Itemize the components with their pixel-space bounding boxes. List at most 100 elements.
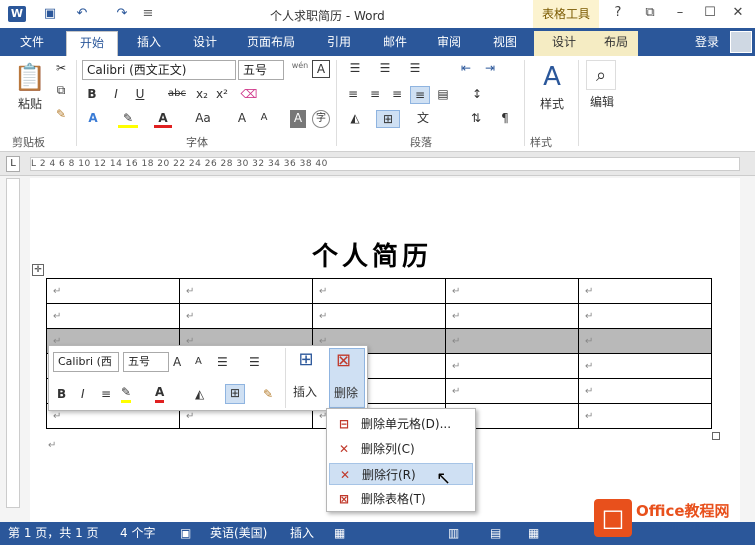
tab-references[interactable]: 引用 xyxy=(314,31,364,56)
paste-button[interactable]: 粘贴 xyxy=(10,96,50,114)
macro-icon[interactable]: ▦ xyxy=(334,525,345,541)
save-icon[interactable]: ▣ xyxy=(40,6,60,22)
distributed-icon[interactable]: ▤ xyxy=(434,86,452,104)
table-row[interactable]: ↵↵↵↵↵ xyxy=(46,278,712,304)
change-case-icon[interactable]: Aa xyxy=(190,110,216,128)
mini-shrink-font-icon[interactable]: A xyxy=(195,354,202,370)
shading-icon[interactable]: ◭ xyxy=(344,110,366,128)
mini-borders-icon[interactable]: ⊞ xyxy=(225,384,245,404)
table-cell[interactable]: ↵ xyxy=(445,378,579,404)
styles-button[interactable]: 样式 xyxy=(532,96,572,114)
char-shading-icon[interactable]: A xyxy=(290,110,306,128)
ruler-scale[interactable]: L 2 4 6 8 10 12 14 16 18 20 22 24 26 28 … xyxy=(30,157,740,171)
paste-icon[interactable]: 📋 xyxy=(12,60,48,96)
tab-page-layout[interactable]: 页面布局 xyxy=(236,31,306,56)
delete-table-item[interactable]: ⊠ 删除表格(T) xyxy=(329,488,473,510)
italic-icon[interactable]: I xyxy=(108,86,124,104)
mini-insert-button[interactable]: 插入 xyxy=(293,384,317,400)
table-move-handle-icon[interactable]: ✛ xyxy=(32,264,44,276)
help-button[interactable]: ? xyxy=(606,5,630,20)
table-cell[interactable]: ↵ xyxy=(312,278,446,304)
avatar[interactable] xyxy=(730,31,752,53)
customize-qat-icon[interactable]: ≡ xyxy=(138,6,158,22)
align-left-icon[interactable]: ≡ xyxy=(344,86,362,104)
tab-home[interactable]: 开始 xyxy=(66,31,118,56)
mini-shading-icon[interactable]: ◭ xyxy=(195,386,204,402)
page-count[interactable]: 第 1 页，共 1 页 xyxy=(8,525,99,541)
mini-bullets-icon[interactable]: ☰ xyxy=(217,354,228,370)
table-row[interactable]: ↵↵↵↵↵ xyxy=(46,303,712,329)
mini-font-color-icon[interactable]: A xyxy=(155,384,165,403)
tab-file[interactable]: 文件 xyxy=(8,31,56,53)
table-cell[interactable]: ↵ xyxy=(445,303,579,329)
mini-size-select[interactable]: 五号 xyxy=(123,352,169,372)
grow-font-icon[interactable]: A xyxy=(234,110,250,128)
tab-insert[interactable]: 插入 xyxy=(124,31,174,56)
highlight-icon[interactable]: ✎ xyxy=(118,110,138,128)
increase-indent-icon[interactable]: ⇥ xyxy=(480,60,500,78)
tab-table-design[interactable]: 设计 xyxy=(534,31,594,56)
align-right-icon[interactable]: ≡ xyxy=(388,86,406,104)
styles-icon[interactable]: A xyxy=(534,60,570,94)
table-cell[interactable]: ↵ xyxy=(179,278,313,304)
mini-center-icon[interactable]: ≡ xyxy=(101,386,111,402)
table-cell[interactable]: ↵ xyxy=(445,353,579,379)
subscript-icon[interactable]: x₂ xyxy=(194,86,210,104)
mini-numbering-icon[interactable]: ☰ xyxy=(249,354,260,370)
table-cell[interactable]: ↵ xyxy=(578,278,712,304)
table-cell[interactable]: ↵ xyxy=(46,303,180,329)
document-title[interactable]: 个人简历 xyxy=(312,236,432,273)
read-mode-icon[interactable]: ▥ xyxy=(448,525,459,541)
tab-design[interactable]: 设计 xyxy=(180,31,230,56)
insert-mode-status[interactable]: 插入 xyxy=(290,525,314,541)
mini-format-painter-icon[interactable]: ✎ xyxy=(263,386,273,402)
table-cell[interactable]: ↵ xyxy=(312,303,446,329)
sort-icon[interactable]: ⇅ xyxy=(466,110,486,128)
language-status[interactable]: 英语(美国) xyxy=(210,525,267,541)
tab-view[interactable]: 视图 xyxy=(480,31,530,56)
find-icon[interactable]: ⌕ xyxy=(586,60,616,90)
bullets-icon[interactable]: ☰ xyxy=(344,60,366,78)
decrease-indent-icon[interactable]: ⇤ xyxy=(456,60,476,78)
chinese-layout-icon[interactable]: 文 xyxy=(412,110,434,128)
multilevel-list-icon[interactable]: ☰ xyxy=(404,60,426,78)
char-border-icon[interactable]: A xyxy=(312,60,330,78)
numbering-icon[interactable]: ☰ xyxy=(374,60,396,78)
table-cell[interactable]: ↵ xyxy=(179,303,313,329)
vertical-ruler[interactable] xyxy=(6,178,20,508)
copy-icon[interactable]: ⧉ xyxy=(52,82,70,100)
mini-highlight-icon[interactable]: ✎ xyxy=(121,384,132,403)
mini-insert-icon[interactable]: ⊞ xyxy=(293,351,319,374)
cut-icon[interactable]: ✂ xyxy=(52,60,70,78)
table-cell[interactable]: ↵ xyxy=(445,278,579,304)
login-link[interactable]: 登录 xyxy=(695,31,719,53)
table-resize-handle[interactable] xyxy=(712,432,720,440)
font-name-select[interactable]: Calibri (西文正文) xyxy=(82,60,236,80)
mini-grow-font-icon[interactable]: A xyxy=(173,354,181,370)
delete-cells-item[interactable]: ⊟ 删除单元格(D)... xyxy=(329,413,473,435)
table-cell[interactable]: ↵ xyxy=(578,378,712,404)
show-marks-icon[interactable]: ¶ xyxy=(496,110,514,128)
shrink-font-icon[interactable]: A xyxy=(256,110,272,128)
table-cell[interactable]: ↵ xyxy=(578,303,712,329)
minimize-button[interactable]: – xyxy=(668,5,692,20)
borders-icon[interactable]: ⊞ xyxy=(376,110,400,128)
align-center-icon[interactable]: ≡ xyxy=(366,86,384,104)
enclose-char-icon[interactable]: 字 xyxy=(312,110,330,128)
strikethrough-icon[interactable]: abc xyxy=(164,86,190,104)
pinyin-guide-icon[interactable]: wén xyxy=(288,58,312,76)
superscript-icon[interactable]: x² xyxy=(214,86,230,104)
mini-italic-icon[interactable]: I xyxy=(81,386,85,402)
mini-delete-button[interactable]: ⊠ 删除 xyxy=(329,348,365,408)
undo-icon[interactable]: ↶ xyxy=(72,6,92,22)
font-color-icon[interactable]: A xyxy=(154,110,172,128)
close-button[interactable]: ✕ xyxy=(726,5,750,20)
maximize-button[interactable]: ☐ xyxy=(698,5,722,20)
table-cell[interactable]: ↵ xyxy=(445,328,579,354)
format-painter-icon[interactable]: ✎ xyxy=(52,106,70,124)
table-cell[interactable]: ↵ xyxy=(578,328,712,354)
table-cell[interactable]: ↵ xyxy=(46,278,180,304)
table-cell[interactable]: ↵ xyxy=(578,403,712,429)
tab-mailings[interactable]: 邮件 xyxy=(370,31,420,56)
ribbon-display-icon[interactable]: ⧉ xyxy=(638,5,662,20)
